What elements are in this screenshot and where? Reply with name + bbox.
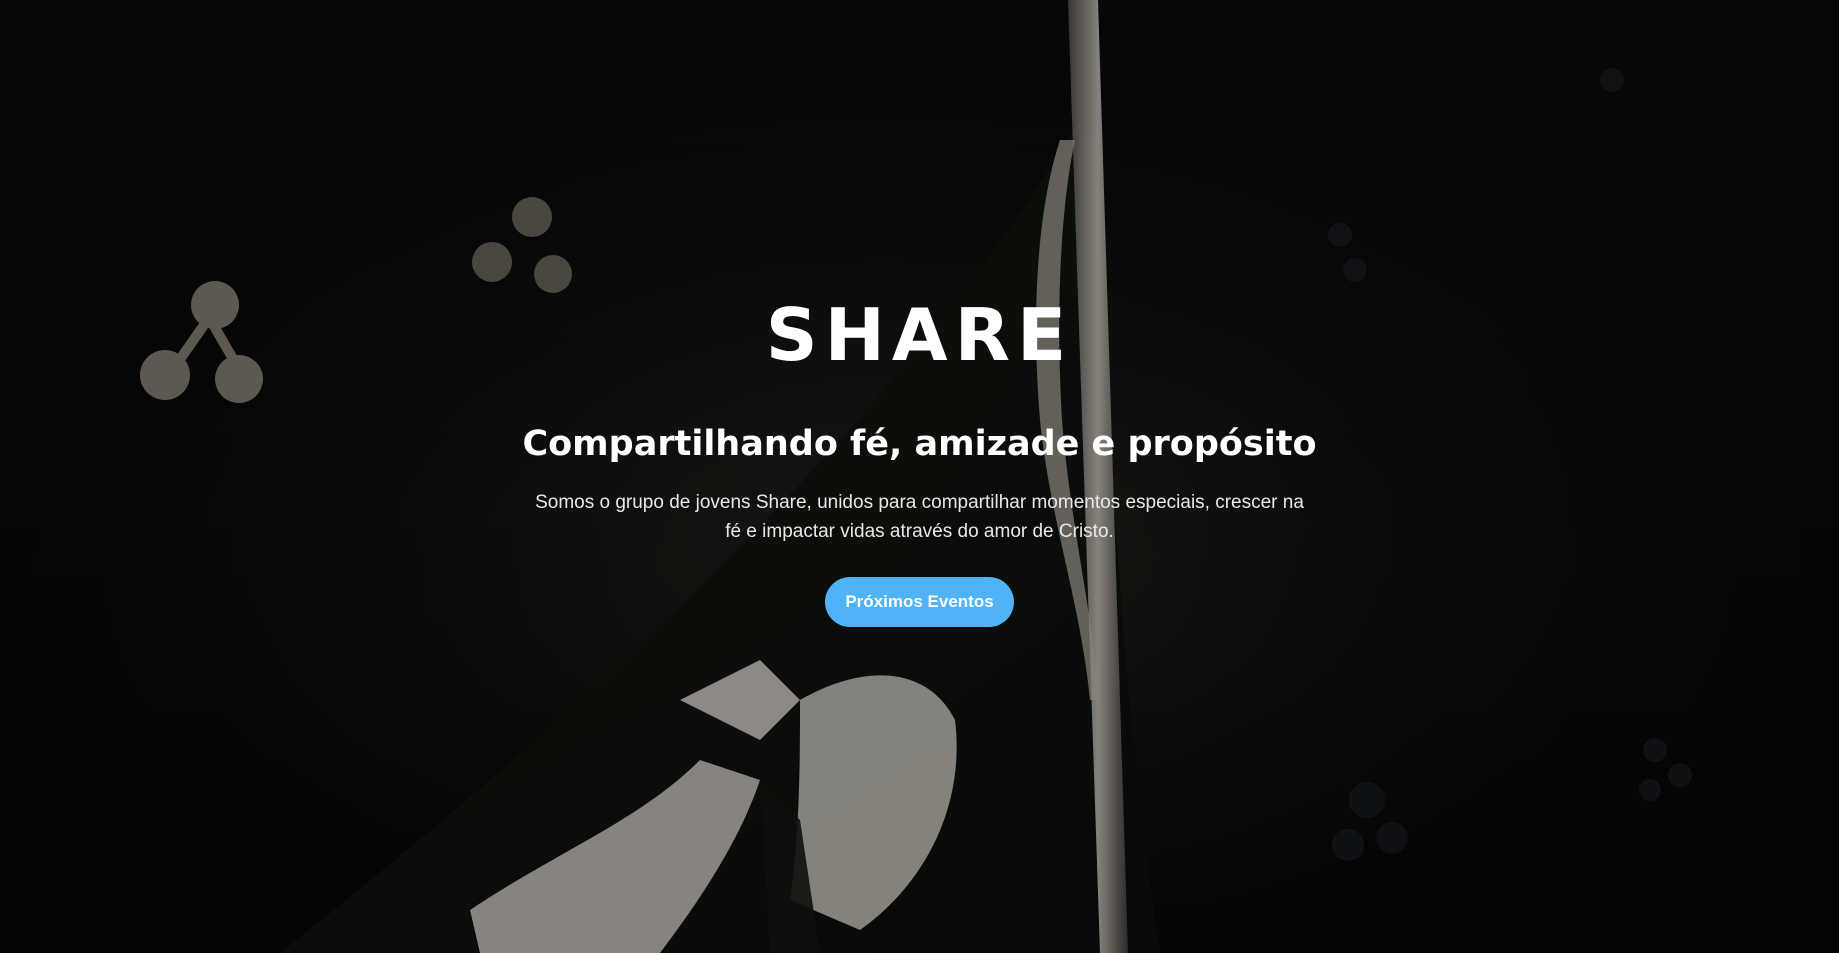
hero-section: SHARE Compartilhando fé, amizade e propó… — [0, 0, 1839, 953]
hero-content: SHARE Compartilhando fé, amizade e propó… — [0, 290, 1839, 627]
upcoming-events-button[interactable]: Próximos Eventos — [825, 577, 1014, 627]
hero-description: Somos o grupo de jovens Share, unidos pa… — [535, 492, 1304, 542]
hero-tagline: Compartilhando fé, amizade e propósito — [522, 424, 1317, 464]
hero-title: SHARE — [765, 293, 1074, 377]
